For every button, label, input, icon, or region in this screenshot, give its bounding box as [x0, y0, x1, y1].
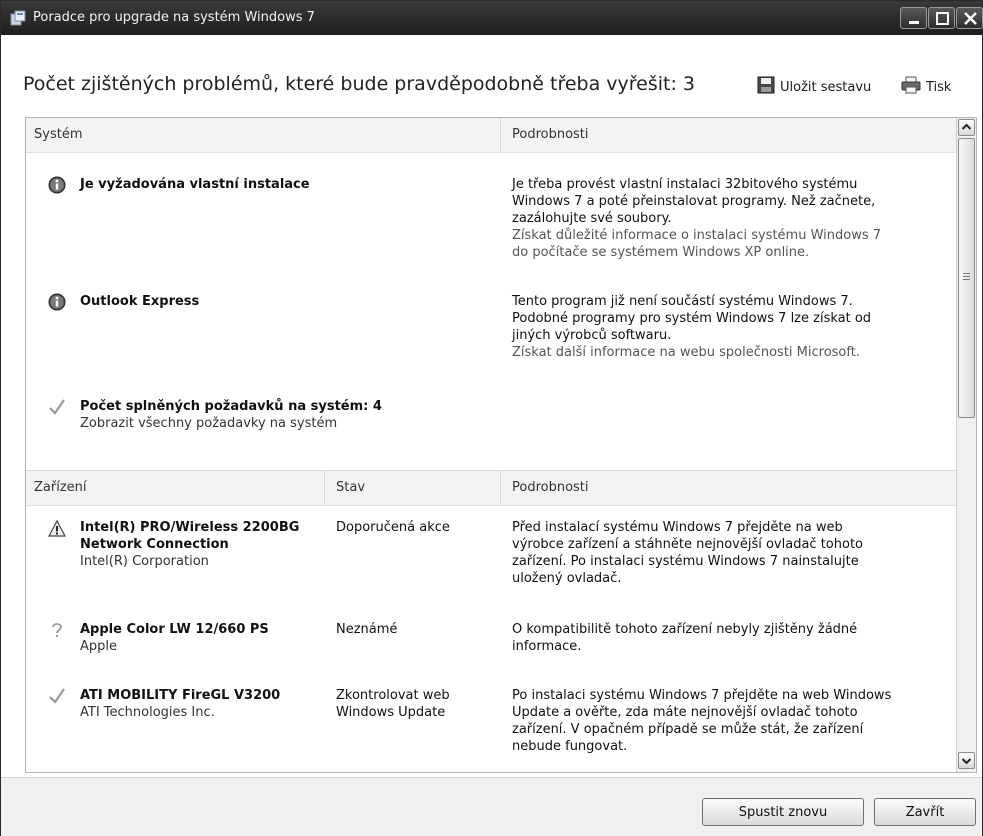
title-bar[interactable]: Poradce pro upgrade na systém Windows 7: [1, 1, 983, 35]
checkmark-icon: [48, 398, 66, 416]
info-icon: [48, 176, 66, 194]
upgrade-advisor-window: Poradce pro upgrade na systém Windows 7 …: [0, 0, 983, 836]
save-report-label: Uložit sestavu: [780, 79, 872, 95]
checkmark-icon: [48, 687, 66, 705]
printer-icon: [901, 76, 921, 98]
scrollbar-thumb[interactable]: [958, 138, 975, 418]
report-panel[interactable]: Systém Podrobnosti Je vyžadována vlastní…: [25, 117, 977, 773]
view-all-requirements-link[interactable]: Zobrazit všechny požadavky na systém: [80, 415, 337, 432]
footer-bar: Spustit znovu Zavřít: [1, 777, 982, 836]
device-item-details: Před instalací systému Windows 7 přejdět…: [512, 520, 863, 586]
column-divider[interactable]: [500, 471, 501, 505]
app-icon: [10, 10, 26, 26]
system-item-details: Je třeba provést vlastní instalaci 32bit…: [512, 177, 876, 226]
scroll-down-button[interactable]: [958, 752, 975, 769]
device-item-status: Neznámé: [336, 622, 398, 637]
device-item-title: Apple Color LW 12/660 PS: [80, 622, 269, 637]
maximize-button[interactable]: [928, 7, 955, 29]
col-header-details[interactable]: Podrobnosti: [512, 127, 589, 142]
system-passed-title: Počet splněných požadavků na systém: 4: [80, 399, 382, 414]
close-window-button[interactable]: [956, 7, 983, 29]
system-item-link[interactable]: Získat důležité informace o instalaci sy…: [512, 227, 892, 261]
col-header-device[interactable]: Zařízení: [34, 480, 87, 495]
minimize-button[interactable]: [900, 7, 927, 29]
device-item-vendor: Intel(R) Corporation: [80, 554, 209, 569]
col-header-system[interactable]: Systém: [34, 127, 82, 142]
system-item-title: Je vyžadována vlastní instalace: [80, 177, 310, 192]
close-button[interactable]: Zavřít: [874, 798, 976, 826]
window-title: Poradce pro upgrade na systém Windows 7: [33, 10, 315, 25]
save-report-button[interactable]: Uložit sestavu: [757, 76, 872, 98]
system-item-title: Outlook Express: [80, 294, 200, 309]
device-item-details: O kompatibilitě tohoto zařízení nebyly z…: [512, 622, 858, 654]
device-item-vendor: ATI Technologies Inc.: [80, 705, 215, 720]
system-section-header: Systém Podrobnosti: [26, 118, 956, 153]
col-header-status[interactable]: Stav: [336, 480, 365, 495]
column-divider[interactable]: [500, 118, 501, 152]
restart-button[interactable]: Spustit znovu: [702, 798, 864, 826]
col-header-details[interactable]: Podrobnosti: [512, 480, 589, 495]
device-item-title: Network Connection: [80, 537, 229, 552]
device-item-status: Doporučená akce: [336, 520, 450, 535]
system-item-details: Tento program již není součástí systému …: [512, 294, 872, 343]
vertical-scrollbar[interactable]: [956, 118, 976, 772]
floppy-disk-icon: [757, 76, 775, 98]
problems-summary: Počet zjištěných problémů, které bude pr…: [23, 73, 696, 95]
device-item-title: ATI MOBILITY FireGL V3200: [80, 688, 281, 703]
info-icon: [48, 293, 66, 311]
column-divider[interactable]: [324, 471, 325, 505]
warning-icon: [48, 519, 66, 538]
device-item-status: Windows Update: [336, 705, 446, 720]
print-label: Tisk: [926, 79, 952, 95]
device-item-title: Intel(R) PRO/Wireless 2200BG: [80, 520, 300, 535]
system-item-link[interactable]: Získat další informace na webu společnos…: [512, 344, 892, 361]
scroll-up-button[interactable]: [958, 119, 975, 136]
question-icon: [48, 621, 66, 639]
device-item-details: Po instalaci systému Windows 7 přejděte …: [512, 688, 892, 754]
device-item-status: Zkontrolovat web: [336, 688, 450, 703]
device-item-vendor: Apple: [80, 639, 118, 654]
device-section-header: Zařízení Stav Podrobnosti: [26, 470, 956, 506]
print-button[interactable]: Tisk: [901, 76, 952, 98]
